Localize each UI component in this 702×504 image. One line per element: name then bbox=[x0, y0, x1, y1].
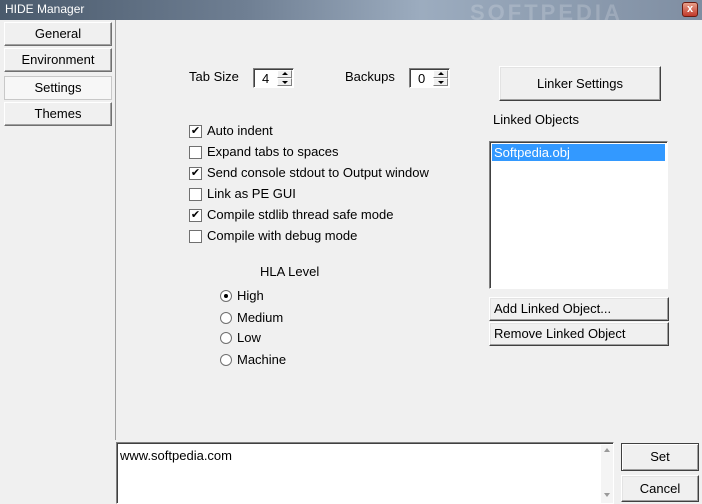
radio-selected-dot bbox=[224, 294, 228, 298]
low-radio[interactable] bbox=[220, 332, 232, 344]
link-pe-gui-checkbox[interactable] bbox=[189, 188, 202, 201]
thread-safe-label: Compile stdlib thread safe mode bbox=[207, 207, 394, 222]
tab-settings[interactable]: Settings bbox=[4, 76, 112, 100]
debug-mode-checkbox[interactable] bbox=[189, 230, 202, 243]
backups-label: Backups bbox=[345, 69, 395, 84]
machine-radio[interactable] bbox=[220, 354, 232, 366]
backups-spinner[interactable]: 0 bbox=[409, 68, 450, 88]
memo-text: www.softpedia.com bbox=[120, 448, 232, 463]
hla-level-label: HLA Level bbox=[260, 264, 320, 279]
auto-indent-checkbox[interactable]: ✔ bbox=[189, 125, 202, 138]
backups-value: 0 bbox=[418, 71, 426, 86]
remove-linked-object-button[interactable]: Remove Linked Object bbox=[489, 322, 669, 346]
title-bar: HIDE Manager SOFTPEDIA x bbox=[0, 0, 702, 25]
tab-size-value: 4 bbox=[262, 71, 270, 86]
medium-radio[interactable] bbox=[220, 312, 232, 324]
list-item[interactable]: Softpedia.obj bbox=[492, 144, 665, 161]
tab-themes[interactable]: Themes bbox=[4, 102, 112, 126]
tab-divider bbox=[115, 20, 116, 440]
tab-environment[interactable]: Environment bbox=[4, 48, 112, 72]
machine-label: Machine bbox=[237, 352, 287, 367]
expand-tabs-label: Expand tabs to spaces bbox=[207, 144, 339, 159]
debug-mode-label: Compile with debug mode bbox=[207, 228, 358, 243]
auto-indent-label: Auto indent bbox=[207, 123, 273, 138]
output-memo[interactable]: www.softpedia.com bbox=[116, 442, 614, 504]
send-console-label: Send console stdout to Output window bbox=[207, 165, 429, 180]
scroll-up-arrow-icon[interactable] bbox=[604, 448, 610, 452]
tab-general[interactable]: General bbox=[4, 22, 112, 46]
low-label: Low bbox=[237, 330, 261, 345]
set-button[interactable]: Set bbox=[621, 443, 699, 471]
add-linked-object-button[interactable]: Add Linked Object... bbox=[489, 297, 669, 321]
linker-settings-button[interactable]: Linker Settings bbox=[499, 66, 661, 101]
tab-size-down-arrow-icon[interactable] bbox=[277, 78, 292, 86]
thread-safe-checkbox[interactable]: ✔ bbox=[189, 209, 202, 222]
tab-size-label: Tab Size bbox=[189, 69, 239, 84]
high-radio[interactable] bbox=[220, 290, 232, 302]
close-button[interactable]: x bbox=[682, 2, 698, 17]
tab-size-up-arrow-icon[interactable] bbox=[277, 70, 292, 78]
backups-up-arrow-icon[interactable] bbox=[433, 70, 448, 78]
scroll-down-arrow-icon[interactable] bbox=[604, 493, 610, 497]
cancel-button[interactable]: Cancel bbox=[621, 475, 699, 502]
link-pe-gui-label: Link as PE GUI bbox=[207, 186, 296, 201]
medium-label: Medium bbox=[237, 310, 284, 325]
linked-objects-label: Linked Objects bbox=[493, 112, 579, 127]
send-console-checkbox[interactable]: ✔ bbox=[189, 167, 202, 180]
memo-scrollbar[interactable] bbox=[601, 445, 613, 503]
backups-down-arrow-icon[interactable] bbox=[433, 78, 448, 86]
tab-size-spinner[interactable]: 4 bbox=[253, 68, 294, 88]
linked-objects-list[interactable]: Softpedia.obj bbox=[489, 141, 668, 289]
high-label: High bbox=[237, 288, 264, 303]
window-title: HIDE Manager bbox=[5, 2, 85, 16]
expand-tabs-checkbox[interactable] bbox=[189, 146, 202, 159]
watermark-logo: SOFTPEDIA bbox=[470, 0, 623, 25]
